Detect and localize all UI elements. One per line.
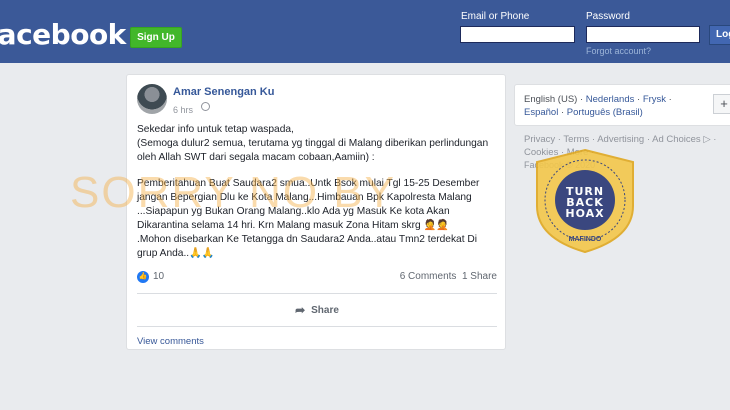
post-timestamp[interactable]: 6 hrs	[173, 105, 193, 115]
email-label: Email or Phone	[461, 11, 530, 22]
copyright: Facebook © 2020	[524, 160, 596, 170]
share-arrow-icon: ➦	[295, 303, 306, 317]
badge-text: TURN BACK HOAX	[533, 186, 637, 219]
post-text: Sekedar info untuk tetap waspada, (Semog…	[137, 123, 499, 263]
view-comments-link[interactable]: View comments	[137, 336, 204, 347]
post-paragraph: Sekedar info untuk tetap waspada, (Semog…	[137, 124, 489, 163]
log-in-button[interactable]: Log In	[709, 25, 730, 45]
footer-link-list[interactable]: Privacy · Terms · Advertising · Ad Choic…	[524, 133, 730, 159]
globe-icon	[201, 102, 210, 111]
comments-shares: 6 Comments 1 Share	[400, 271, 497, 282]
like-icon: 👍	[137, 271, 149, 283]
post-author[interactable]: Amar Senengan Ku	[173, 86, 274, 98]
top-navigation-bar: facebook Sign Up Email or Phone Password…	[0, 0, 730, 63]
email-field[interactable]	[460, 26, 575, 43]
share-button[interactable]: ➦ Share	[127, 300, 507, 320]
language-link[interactable]: Nederlands	[586, 94, 635, 105]
reactions-bar: 👍 10 6 Comments 1 Share	[137, 271, 497, 285]
post-paragraph: Pemberitahuan Buat Saudara2 smua..Untk B…	[137, 178, 480, 259]
facebook-logo[interactable]: facebook	[0, 18, 126, 51]
sign-up-button[interactable]: Sign Up	[130, 27, 182, 48]
language-link[interactable]: Frysk	[643, 94, 666, 105]
more-languages-button[interactable]: +	[713, 94, 730, 114]
badge-line: TURN	[565, 185, 605, 198]
badge-line: BACK	[566, 196, 604, 209]
password-label: Password	[586, 11, 630, 22]
comments-count[interactable]: 6 Comments	[400, 271, 457, 282]
shares-count[interactable]: 1 Share	[462, 271, 497, 282]
forgot-account-link[interactable]: Forgot account?	[586, 46, 651, 56]
language-panel: English (US) · Nederlands · Frysk · Espa…	[514, 84, 730, 126]
like-count[interactable]: 10	[153, 271, 164, 282]
language-link[interactable]: Español	[524, 107, 558, 118]
avatar[interactable]	[137, 84, 167, 114]
badge-subtitle: MAFINDO	[568, 236, 602, 243]
footer-links: Privacy · Terms · Advertising · Ad Choic…	[524, 133, 730, 172]
share-label: Share	[311, 304, 339, 316]
post-card: Amar Senengan Ku 6 hrs Sekedar info untu…	[126, 74, 506, 350]
divider	[137, 293, 497, 294]
language-link[interactable]: Português (Brasil)	[567, 107, 643, 118]
badge-line: HOAX	[565, 207, 605, 220]
language-list: English (US) · Nederlands · Frysk · Espa…	[524, 94, 672, 118]
divider	[137, 326, 497, 327]
password-field[interactable]	[586, 26, 700, 43]
current-language: English (US)	[524, 94, 578, 105]
